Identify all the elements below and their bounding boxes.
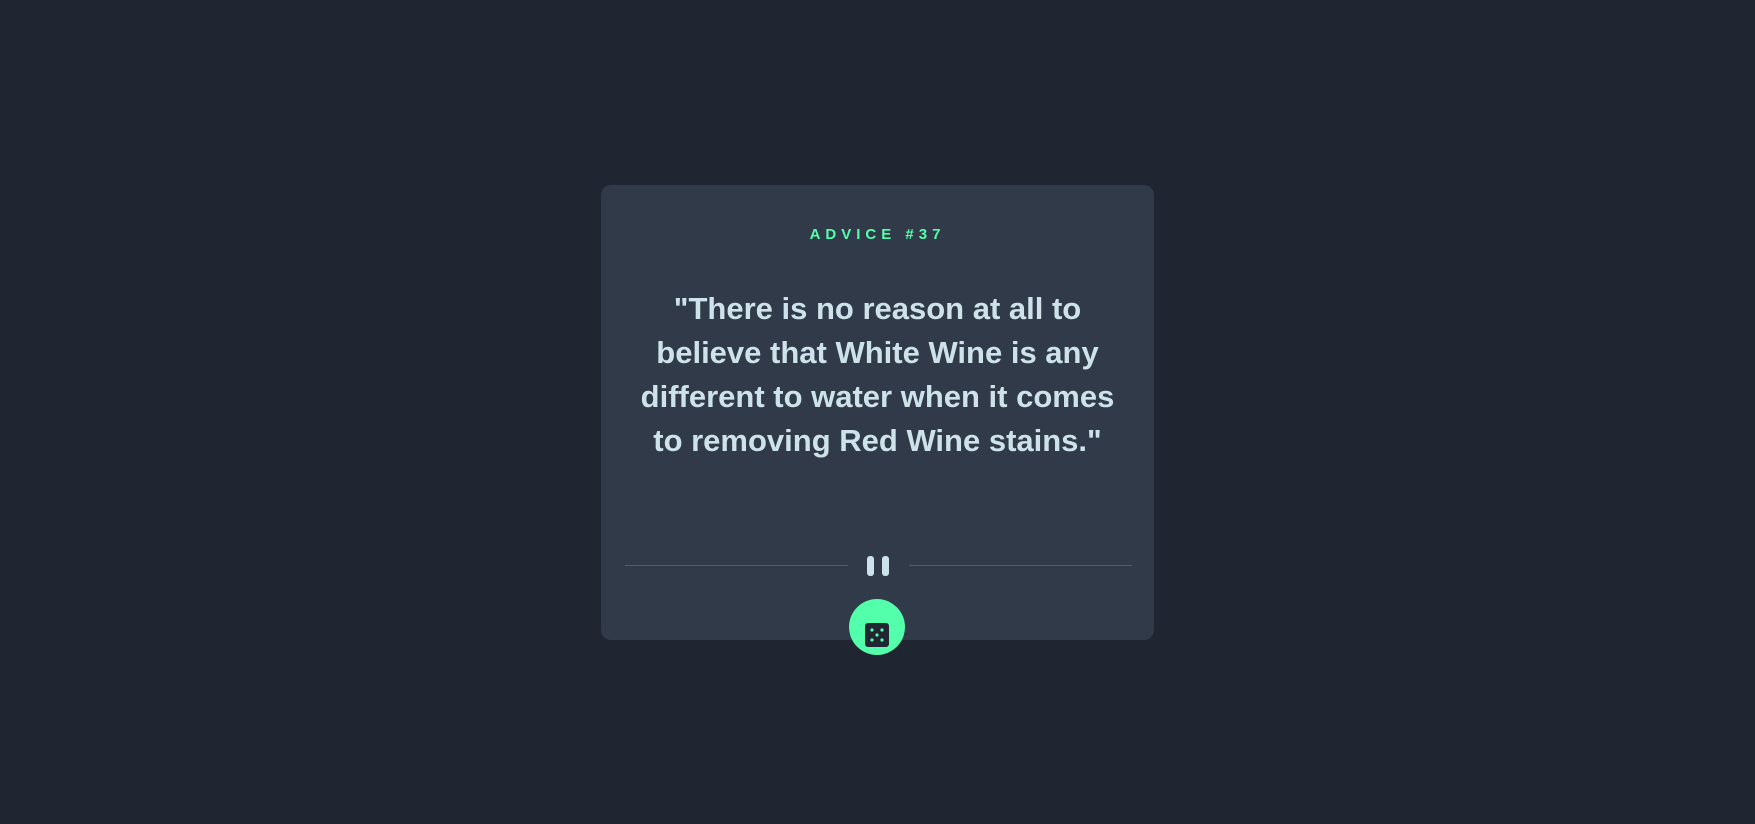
generate-advice-button[interactable] <box>849 599 905 655</box>
divider-line-left <box>625 565 848 566</box>
pause-icon <box>866 556 890 576</box>
dice-icon <box>865 623 889 647</box>
pattern-divider <box>625 551 1132 581</box>
divider-line-right <box>909 565 1132 566</box>
advice-quote: "There is no reason at all to believe th… <box>640 291 1115 458</box>
advice-card: Advice #37 "There is no reason at all to… <box>601 185 1154 655</box>
advice-number: Advice #37 <box>809 226 946 243</box>
